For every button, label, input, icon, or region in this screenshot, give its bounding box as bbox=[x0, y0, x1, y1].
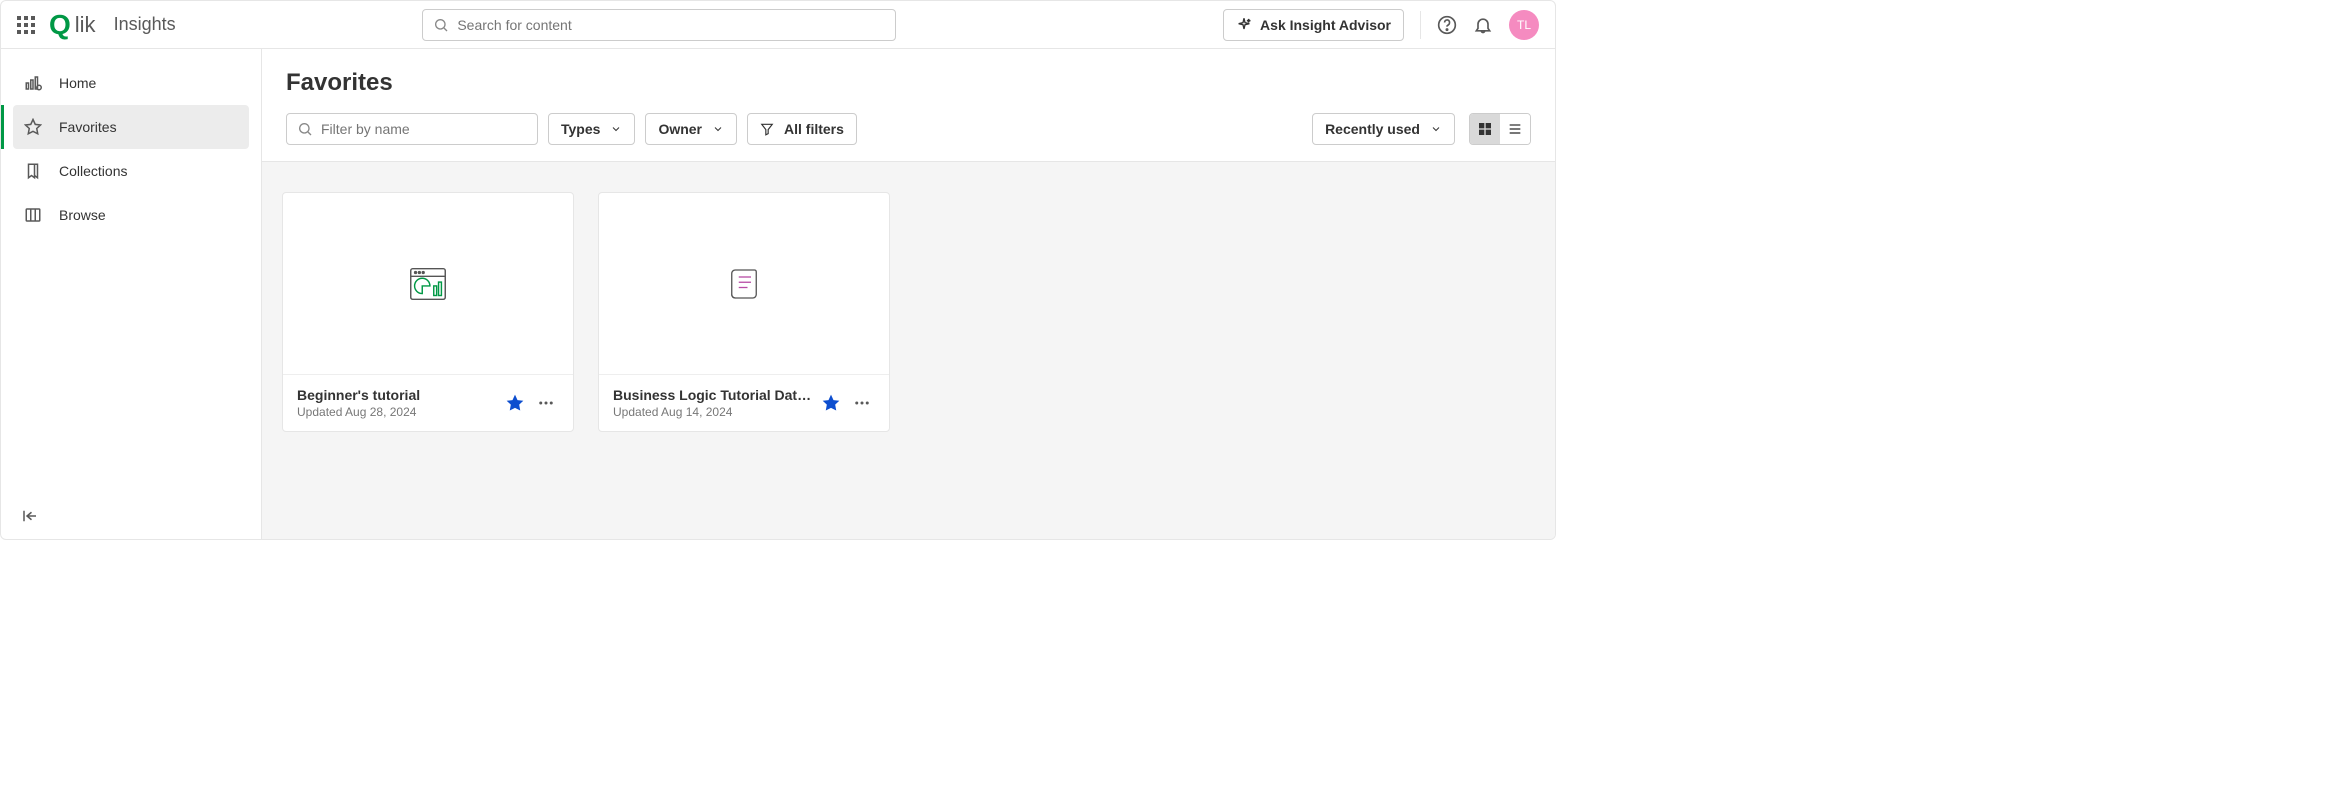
collections-icon bbox=[23, 162, 43, 180]
favorite-star-icon[interactable] bbox=[821, 393, 841, 413]
toolbar: Types Owner All filters Recently used bbox=[286, 113, 1531, 145]
more-actions-icon[interactable] bbox=[533, 390, 559, 416]
list-icon bbox=[1507, 121, 1523, 137]
search-icon bbox=[297, 121, 313, 137]
home-icon bbox=[23, 74, 43, 92]
types-label: Types bbox=[561, 121, 600, 137]
sparkle-icon bbox=[1236, 17, 1252, 33]
top-bar: Q lik Insights Ask Insight Advisor bbox=[1, 1, 1555, 49]
sidebar-item-label: Browse bbox=[59, 207, 106, 223]
card-title: Business Logic Tutorial Data Prep bbox=[613, 387, 813, 403]
content-grid: Beginner's tutorial Updated Aug 28, 2024 bbox=[262, 162, 1555, 539]
card-thumbnail bbox=[599, 193, 889, 375]
chevron-down-icon bbox=[1430, 123, 1442, 135]
sidebar-item-home[interactable]: Home bbox=[13, 61, 249, 105]
sidebar-item-label: Collections bbox=[59, 163, 127, 179]
sort-button[interactable]: Recently used bbox=[1312, 113, 1455, 145]
sidebar-item-browse[interactable]: Browse bbox=[13, 193, 249, 237]
filter-icon bbox=[760, 122, 774, 136]
chevron-down-icon bbox=[610, 123, 622, 135]
main-header: Favorites Types Owner bbox=[262, 49, 1555, 162]
filter-input[interactable] bbox=[321, 121, 527, 137]
help-icon[interactable] bbox=[1437, 15, 1457, 35]
sidebar-item-collections[interactable]: Collections bbox=[13, 149, 249, 193]
app-launcher-icon[interactable] bbox=[17, 16, 35, 34]
search-icon bbox=[433, 17, 449, 33]
owner-label: Owner bbox=[658, 121, 702, 137]
ask-insight-advisor-button[interactable]: Ask Insight Advisor bbox=[1223, 9, 1404, 41]
collapse-sidebar-icon[interactable] bbox=[21, 507, 39, 525]
notifications-icon[interactable] bbox=[1473, 15, 1493, 35]
card-title: Beginner's tutorial bbox=[297, 387, 497, 403]
user-initials: TL bbox=[1517, 18, 1531, 32]
all-filters-label: All filters bbox=[784, 121, 844, 137]
user-avatar[interactable]: TL bbox=[1509, 10, 1539, 40]
view-toggle bbox=[1469, 113, 1531, 145]
sidebar-item-label: Favorites bbox=[59, 119, 117, 135]
content-card[interactable]: Business Logic Tutorial Data Prep Update… bbox=[598, 192, 890, 432]
card-footer: Beginner's tutorial Updated Aug 28, 2024 bbox=[283, 375, 573, 431]
card-subtitle: Updated Aug 14, 2024 bbox=[613, 405, 813, 419]
more-actions-icon[interactable] bbox=[849, 390, 875, 416]
grid-view-button[interactable] bbox=[1470, 114, 1500, 144]
brand-logo[interactable]: Q lik bbox=[49, 11, 96, 39]
script-thumbnail-icon bbox=[723, 263, 765, 305]
chevron-down-icon bbox=[712, 123, 724, 135]
sort-label: Recently used bbox=[1325, 121, 1420, 137]
app-thumbnail-icon bbox=[405, 261, 451, 307]
types-filter-button[interactable]: Types bbox=[548, 113, 635, 145]
star-icon bbox=[23, 118, 43, 136]
logo-text: lik bbox=[75, 12, 96, 38]
owner-filter-button[interactable]: Owner bbox=[645, 113, 737, 145]
sidebar-item-label: Home bbox=[59, 75, 96, 91]
divider bbox=[1420, 11, 1421, 39]
page-title: Favorites bbox=[286, 69, 1531, 97]
app-section-name: Insights bbox=[114, 14, 176, 35]
sidebar-item-favorites[interactable]: Favorites bbox=[13, 105, 249, 149]
logo-mark: Q bbox=[49, 11, 71, 39]
browse-icon bbox=[23, 206, 43, 224]
global-search[interactable] bbox=[422, 9, 896, 41]
card-thumbnail bbox=[283, 193, 573, 375]
sidebar: Home Favorites Collections Browse bbox=[1, 49, 262, 539]
filter-by-name[interactable] bbox=[286, 113, 538, 145]
grid-icon bbox=[1477, 121, 1493, 137]
favorite-star-icon[interactable] bbox=[505, 393, 525, 413]
content-card[interactable]: Beginner's tutorial Updated Aug 28, 2024 bbox=[282, 192, 574, 432]
ask-advisor-label: Ask Insight Advisor bbox=[1260, 17, 1391, 33]
card-subtitle: Updated Aug 28, 2024 bbox=[297, 405, 497, 419]
main-area: Favorites Types Owner bbox=[262, 49, 1555, 539]
global-search-input[interactable] bbox=[457, 17, 885, 33]
list-view-button[interactable] bbox=[1500, 114, 1530, 144]
all-filters-button[interactable]: All filters bbox=[747, 113, 857, 145]
card-footer: Business Logic Tutorial Data Prep Update… bbox=[599, 375, 889, 431]
